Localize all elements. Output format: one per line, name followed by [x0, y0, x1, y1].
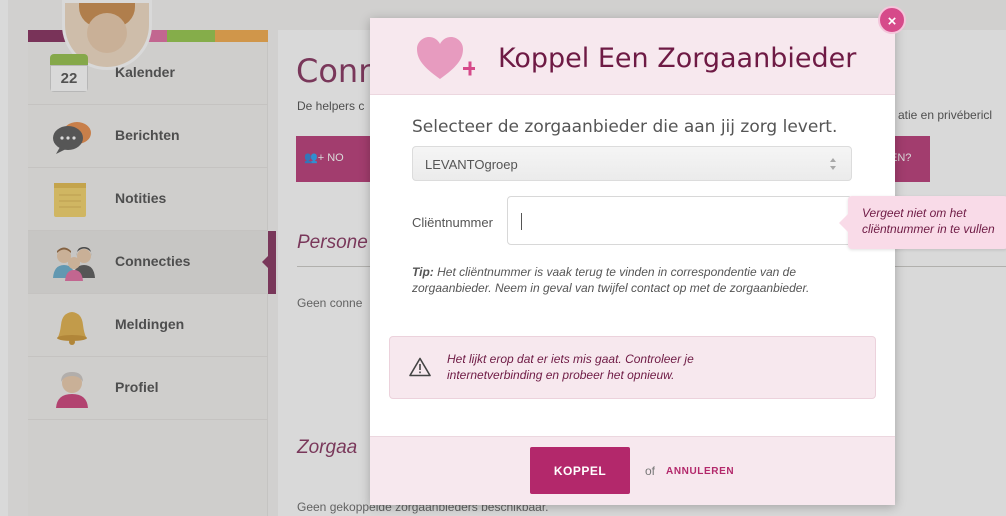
- provider-select[interactable]: LEVANTOgroep: [412, 146, 852, 181]
- link-provider-dialog: Koppel Een Zorgaanbieder × Selecteer de …: [370, 6, 1006, 505]
- error-alert: Het lijkt erop dat er iets mis gaat. Con…: [389, 336, 876, 399]
- koppel-button[interactable]: KOPPEL: [530, 447, 630, 494]
- tip-text: Tip: Het cliëntnummer is vaak terug te v…: [412, 265, 810, 295]
- error-message: Het lijkt erop dat er iets mis gaat. Con…: [447, 352, 694, 382]
- close-button[interactable]: ×: [878, 6, 906, 34]
- or-text: of: [645, 464, 656, 478]
- text-cursor: [521, 213, 522, 230]
- client-number-label: Cliëntnummer: [412, 215, 493, 230]
- client-number-tooltip: Vergeet niet om het cliëntnummer in te v…: [839, 196, 1006, 249]
- provider-select-label: Selecteer de zorgaanbieder die aan jij z…: [412, 117, 838, 137]
- dialog-title: Koppel Een Zorgaanbieder: [498, 43, 857, 74]
- dialog-footer: KOPPEL of ANNULEREN: [370, 436, 895, 505]
- heart-plus-icon: [415, 35, 477, 83]
- select-arrows-icon: [829, 155, 837, 173]
- provider-select-value: LEVANTOgroep: [425, 157, 518, 172]
- warning-icon: [409, 357, 431, 377]
- client-number-input[interactable]: [507, 196, 852, 245]
- dialog-header: Koppel Een Zorgaanbieder: [370, 18, 895, 95]
- cancel-link[interactable]: ANNULEREN: [666, 466, 734, 477]
